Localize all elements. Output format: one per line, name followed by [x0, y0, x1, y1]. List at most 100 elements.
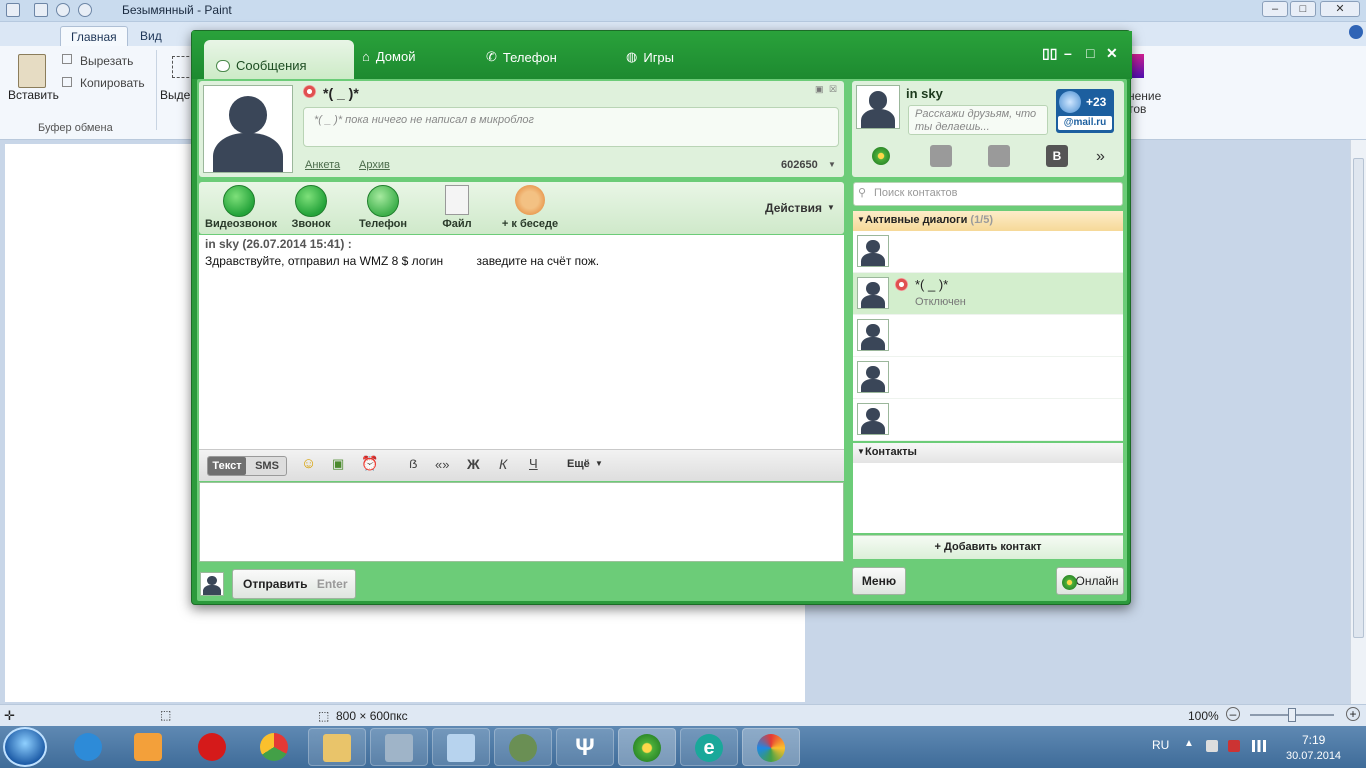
sms-mode-tab[interactable]: SMS: [249, 457, 285, 475]
vertical-scrollbar[interactable]: [1350, 140, 1366, 704]
tab-phone[interactable]: ✆ Телефон: [486, 49, 557, 65]
taskbar-calculator[interactable]: [370, 728, 428, 766]
dialog-item[interactable]: [853, 399, 1123, 441]
taskbar-chrome[interactable]: [246, 728, 304, 766]
contact-search-input[interactable]: Поиск контактов: [853, 182, 1123, 206]
select-button[interactable]: Выде: [160, 88, 190, 102]
quote-icon[interactable]: «»: [435, 457, 449, 472]
contacts-header[interactable]: Контакты: [853, 443, 1123, 463]
taskbar-psi[interactable]: Ψ: [556, 728, 614, 766]
collapse-arrow-icon[interactable]: ▼: [857, 215, 865, 224]
zoom-in-button[interactable]: +: [1346, 707, 1360, 721]
close-button[interactable]: ✕: [1320, 1, 1360, 17]
taskbar-eset[interactable]: e: [680, 728, 738, 766]
video-call-button[interactable]: Видеозвонок: [205, 218, 277, 230]
telephone-button[interactable]: Телефон: [353, 218, 413, 230]
zoom-out-button[interactable]: –: [1226, 707, 1240, 721]
zoom-slider-thumb[interactable]: [1288, 708, 1296, 722]
taskbar-media[interactable]: [120, 728, 178, 766]
cut-button[interactable]: Вырезать: [80, 54, 133, 68]
taskbar-notepad[interactable]: [432, 728, 490, 766]
icq-close-button[interactable]: ✕: [1106, 45, 1118, 62]
smiley-icon[interactable]: ☺: [301, 455, 316, 472]
file-icon[interactable]: [445, 185, 469, 215]
self-avatar[interactable]: [856, 85, 900, 129]
bold-icon[interactable]: Ж: [467, 456, 480, 472]
compact-view-icon[interactable]: ▯▯: [1042, 45, 1057, 62]
panel-collapse-icon[interactable]: ▣: [815, 84, 824, 95]
online-status-button[interactable]: Онлайн: [1056, 567, 1124, 595]
dialog-item[interactable]: [853, 231, 1123, 273]
add-odnoklassniki-icon[interactable]: [988, 145, 1010, 167]
help-icon[interactable]: [1349, 25, 1363, 39]
scroll-thumb[interactable]: [1353, 158, 1364, 638]
clock-time[interactable]: 7:19: [1302, 733, 1325, 747]
add-vkontakte-icon[interactable]: В: [1046, 145, 1068, 167]
my-avatar-small[interactable]: [200, 572, 224, 596]
self-status-input[interactable]: Расскажи друзьям, что ты делаешь...: [908, 105, 1048, 135]
icq-status-icon[interactable]: [872, 147, 890, 168]
panel-close-icon[interactable]: ☒: [829, 84, 837, 95]
minimize-button[interactable]: –: [1262, 1, 1288, 17]
copy-button[interactable]: Копировать: [80, 76, 145, 90]
profile-link[interactable]: Анкета: [305, 159, 340, 171]
tab-games[interactable]: ◍ Игры: [626, 49, 674, 65]
tab-view[interactable]: Вид: [130, 26, 172, 46]
video-message-icon[interactable]: ▣: [332, 456, 344, 472]
taskbar-icq[interactable]: [618, 728, 676, 766]
menu-button[interactable]: Меню: [852, 567, 906, 595]
clock-date[interactable]: 30.07.2014: [1286, 750, 1341, 762]
start-button[interactable]: [3, 727, 47, 767]
more-dropdown-icon[interactable]: ▼: [595, 459, 603, 468]
taskbar-opera[interactable]: [184, 728, 242, 766]
show-hidden-icons[interactable]: ▲: [1184, 738, 1194, 749]
telephone-icon[interactable]: [367, 185, 399, 217]
tab-home[interactable]: ⌂ Домой: [362, 49, 415, 64]
dialog-item[interactable]: [853, 357, 1123, 399]
paint-app-icon[interactable]: [6, 3, 20, 17]
contact-uin[interactable]: 602650: [781, 159, 818, 171]
send-button[interactable]: Отправить Enter: [232, 569, 356, 599]
undo-icon[interactable]: [56, 3, 70, 17]
network-signal-icon[interactable]: [1252, 740, 1266, 752]
active-dialogs-header[interactable]: Активные диалоги (1/5): [853, 211, 1123, 231]
taskbar-ie[interactable]: [60, 728, 118, 766]
contact-avatar[interactable]: [203, 85, 293, 173]
maximize-button[interactable]: □: [1290, 1, 1316, 17]
text-mode-tab[interactable]: Текст: [208, 457, 246, 475]
tab-messages[interactable]: Сообщения: [204, 40, 354, 79]
video-call-icon[interactable]: [223, 185, 255, 217]
dialog-item[interactable]: [853, 315, 1123, 357]
taskbar-explorer[interactable]: [308, 728, 366, 766]
tab-home[interactable]: Главная: [60, 26, 128, 46]
uin-dropdown-icon[interactable]: ▼: [828, 160, 836, 169]
save-icon[interactable]: [34, 3, 48, 17]
taskbar-network[interactable]: [494, 728, 552, 766]
add-contact-button[interactable]: + Добавить контакт: [853, 535, 1123, 559]
language-indicator[interactable]: RU: [1152, 738, 1169, 752]
call-icon[interactable]: [295, 185, 327, 217]
add-to-chat-button[interactable]: + к беседе: [497, 218, 563, 230]
italic-icon[interactable]: К: [499, 456, 507, 472]
icq-minimize-button[interactable]: –: [1064, 45, 1072, 61]
paste-button[interactable]: Вставить: [8, 88, 59, 102]
more-networks-icon[interactable]: »: [1096, 148, 1105, 166]
contacts-collapse-icon[interactable]: ▼: [857, 447, 865, 456]
add-network-1-icon[interactable]: [930, 145, 952, 167]
edit-colors-label[interactable]: нение: [1128, 89, 1161, 103]
taskbar-paint[interactable]: [742, 728, 800, 766]
archive-link[interactable]: Архив: [359, 159, 390, 171]
icq-maximize-button[interactable]: □: [1086, 45, 1094, 61]
tray-alert-icon[interactable]: [1228, 740, 1240, 752]
more-button[interactable]: Ещё: [567, 458, 590, 470]
actions-menu[interactable]: Действия: [765, 201, 822, 215]
alarm-icon[interactable]: ⏰: [361, 455, 378, 472]
file-button[interactable]: Файл: [427, 218, 487, 230]
actions-dropdown-icon[interactable]: ▼: [827, 203, 835, 212]
redo-icon[interactable]: [78, 3, 92, 17]
add-to-chat-icon[interactable]: [515, 185, 545, 215]
mail-widget[interactable]: +23 @mail.ru: [1056, 89, 1114, 133]
dialog-item[interactable]: *( _ )* Отключен: [853, 273, 1123, 315]
message-input[interactable]: [199, 482, 844, 562]
underline-icon[interactable]: Ч: [529, 456, 538, 471]
